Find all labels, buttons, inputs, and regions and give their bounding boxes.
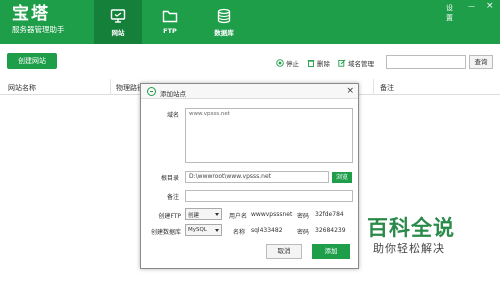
- ftp-password-label: 密码: [297, 213, 310, 220]
- database-select[interactable]: MySQL: [185, 224, 222, 236]
- add-button[interactable]: 添加: [312, 244, 350, 259]
- root-path-input[interactable]: D:\wwwroot\www.vpsss.net: [185, 171, 329, 183]
- column-divider: [373, 79, 374, 95]
- search-button[interactable]: 查询: [469, 55, 493, 69]
- ftp-label: 创建FTP: [158, 213, 181, 220]
- tab-website[interactable]: 网站: [94, 0, 142, 44]
- chevron-down-icon: [215, 213, 219, 216]
- column-divider: [110, 79, 111, 95]
- db-password-label: 密码: [297, 229, 310, 236]
- ftp-user-value[interactable]: wwwvpsssnet: [251, 211, 292, 218]
- ftp-user-label: 用户名: [229, 213, 248, 220]
- database-label: 创建数据库: [150, 229, 181, 236]
- monitor-icon: [110, 9, 126, 23]
- domain-textarea[interactable]: www.vpsss.net: [185, 108, 353, 163]
- root-label: 根目录: [160, 175, 179, 182]
- column-note: 备注: [380, 84, 394, 92]
- ftp-select-value: 创建: [188, 213, 200, 219]
- stop-button[interactable]: 停止: [276, 58, 299, 68]
- brand: 宝塔 服务器管理助手: [12, 5, 65, 35]
- dialog-title: 添加站点: [160, 90, 186, 98]
- ftp-password-value[interactable]: 32fde784: [315, 211, 344, 218]
- tab-ftp-label: FTP: [163, 27, 177, 35]
- watermark-subtitle: 助你轻松解决: [373, 242, 445, 255]
- database-select-value: MySQL: [188, 227, 207, 233]
- brand-title: 宝塔: [12, 4, 50, 24]
- database-icon: [217, 8, 231, 24]
- browse-button[interactable]: 浏览: [332, 172, 352, 183]
- cancel-button[interactable]: 取消: [266, 244, 302, 259]
- folder-icon: [162, 10, 178, 23]
- delete-button[interactable]: 删除: [307, 58, 330, 68]
- trash-icon: [307, 60, 315, 67]
- tab-website-label: 网站: [111, 29, 125, 37]
- domain-manage-label: 域名管理: [348, 60, 374, 68]
- brand-subtitle: 服务器管理助手: [12, 25, 65, 34]
- db-password-value[interactable]: 32684239: [315, 227, 346, 234]
- stop-label: 停止: [286, 60, 299, 68]
- watermark-title: 百科全说: [367, 216, 455, 240]
- create-website-button[interactable]: 创建网站: [7, 53, 57, 69]
- app-header: 宝塔 服务器管理助手 网站 FTP 数据库 设置 — ×: [0, 0, 500, 44]
- tab-ftp[interactable]: FTP: [146, 0, 194, 44]
- note-input[interactable]: [185, 190, 353, 202]
- column-site-name: 网站名称: [8, 84, 36, 92]
- ftp-select[interactable]: 创建: [185, 208, 222, 220]
- edit-icon: [338, 59, 346, 67]
- db-name-value[interactable]: sql433482: [251, 227, 283, 234]
- settings-button[interactable]: 设置: [446, 3, 453, 23]
- domain-label: 域名: [166, 112, 179, 119]
- minimize-button[interactable]: —: [468, 2, 475, 10]
- db-name-label: 名称: [233, 229, 246, 236]
- delete-label: 删除: [317, 60, 330, 68]
- close-icon[interactable]: ×: [346, 86, 354, 96]
- tab-database-label: 数据库: [214, 29, 234, 37]
- add-circle-icon: [147, 87, 156, 96]
- domain-manage-button[interactable]: 域名管理: [338, 58, 374, 68]
- close-window-button[interactable]: ×: [486, 1, 494, 11]
- tab-database[interactable]: 数据库: [200, 0, 248, 44]
- dialog-titlebar: 添加站点 ×: [141, 84, 358, 99]
- chevron-down-icon: [215, 229, 219, 232]
- search-input[interactable]: [386, 55, 466, 69]
- stop-icon: [276, 59, 284, 67]
- watermark: 百科全说 助你轻松解决: [361, 212, 495, 258]
- add-site-dialog: 添加站点 × 域名 www.vpsss.net 根目录 D:\wwwroot\w…: [140, 83, 359, 269]
- note-label: 备注: [166, 194, 179, 201]
